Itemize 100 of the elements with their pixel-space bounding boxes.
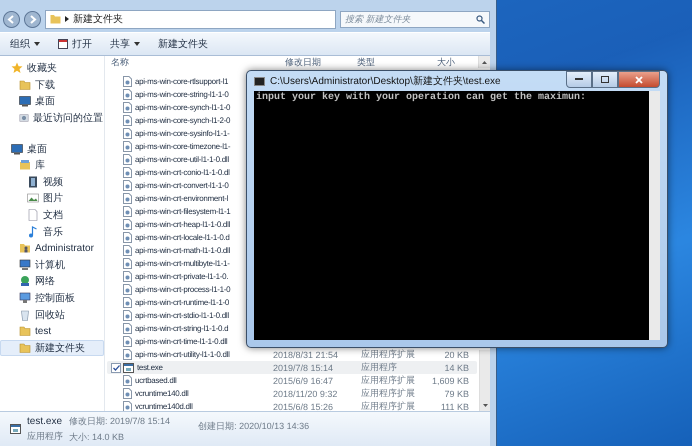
file-name[interactable]: api-ms-win-core-string-l1-1-0 <box>135 90 229 99</box>
file-name[interactable]: api-ms-win-crt-locale-l1-1-0.d <box>135 233 230 242</box>
file-name[interactable]: api-ms-win-core-sysinfo-l1-1- <box>135 129 230 138</box>
folder-icon <box>19 78 31 91</box>
column-header[interactable]: 类型 <box>345 56 425 69</box>
file-name[interactable]: api-ms-win-core-timezone-l1- <box>135 142 230 151</box>
film-icon <box>27 176 39 188</box>
breadcrumb[interactable]: 新建文件夹 <box>73 12 123 26</box>
control-panel-icon <box>19 292 31 304</box>
file-name[interactable]: api-ms-win-core-util-l1-1-0.dll <box>135 155 229 164</box>
file-type: 应用程序扩展 <box>361 348 416 361</box>
file-size: 20 KB <box>443 350 469 360</box>
nav-item[interactable]: 视频 <box>0 174 104 190</box>
file-name[interactable]: api-ms-win-crt-time-l1-1-0.dll <box>135 337 228 346</box>
file-type: 应用程序 <box>361 361 398 374</box>
created-date: 创建日期: 2020/10/13 14:36 <box>198 420 310 433</box>
file-type: 应用程序扩展 <box>361 374 416 387</box>
nav-item[interactable]: Administrator <box>0 240 104 257</box>
scroll-up-button[interactable] <box>478 56 490 68</box>
folder-icon <box>19 342 31 354</box>
toolbar-button[interactable]: 新建文件夹 <box>158 35 208 53</box>
nav-item[interactable]: 桌面 <box>0 93 104 110</box>
user-folder-icon <box>19 242 31 254</box>
modified-date: 2018/11/20 9:32 <box>273 388 338 398</box>
checkmark-icon <box>112 364 120 370</box>
checkbox[interactable] <box>111 362 121 372</box>
nav-item[interactable]: 计算机 <box>0 256 104 274</box>
file-name[interactable]: vcruntime140d.dll <box>135 402 193 411</box>
library-icon <box>19 159 31 172</box>
file-name[interactable]: vcruntime140.dll <box>135 389 188 398</box>
nav-item[interactable]: 控制面板 <box>0 290 104 306</box>
file-name[interactable]: api-ms-win-crt-math-l1-1-0.dll <box>135 246 230 255</box>
file-name: test.exe <box>27 416 63 426</box>
maximize-icon <box>601 76 609 83</box>
picture-icon <box>27 192 39 204</box>
nav-item[interactable]: 库 <box>0 156 104 174</box>
console-output: input your key with your operation can get the maximun: <box>255 91 588 104</box>
nav-item[interactable]: 图片 <box>0 190 104 207</box>
file-size: 79 KB <box>443 388 469 398</box>
toolbar-button[interactable]: 共享 <box>110 35 140 53</box>
modified-date: 2015/6/9 16:47 <box>273 376 334 386</box>
selected-file-row[interactable]: test.exe 2019/7/8 15:14 应用程序 14 KB <box>107 361 477 374</box>
file-type: 应用程序扩展 <box>361 400 416 411</box>
file-name[interactable]: api-ms-win-crt-multibyte-l1-1- <box>135 259 230 268</box>
file-name[interactable]: test.exe <box>137 363 163 372</box>
file-size: 14 KB <box>443 362 469 372</box>
file-name[interactable]: api-ms-win-crt-private-l1-1-0. <box>135 272 228 281</box>
maximize-button[interactable] <box>592 71 618 88</box>
up-arrow-icon <box>482 60 487 64</box>
nav-item[interactable]: 下载 <box>0 76 104 94</box>
file-name[interactable]: api-ms-win-core-rtlsupport-l1 <box>135 77 228 86</box>
file-name[interactable]: api-ms-win-crt-conio-l1-1-0.dl <box>135 168 230 177</box>
minimize-icon <box>575 78 583 81</box>
nav-item[interactable]: 文档 <box>0 206 104 224</box>
file-name[interactable]: api-ms-win-crt-convert-l1-1-0 <box>135 181 229 190</box>
close-button[interactable] <box>618 71 660 88</box>
file-name[interactable]: api-ms-win-crt-process-l1-1-0 <box>135 285 230 294</box>
column-header[interactable]: 修改日期 <box>273 56 345 69</box>
forward-button[interactable] <box>24 10 41 28</box>
application-icon <box>10 424 21 434</box>
file-size: 111 KB <box>440 402 469 411</box>
modified-date: 2018/8/31 21:54 <box>273 350 340 360</box>
file-name[interactable]: api-ms-win-crt-runtime-l1-1-0 <box>135 298 229 307</box>
file-name[interactable]: api-ms-win-crt-stdio-l1-1-0.dll <box>135 311 229 320</box>
toolbar-button[interactable]: 打开 <box>58 35 92 53</box>
file-name[interactable]: api-ms-win-crt-environment-l <box>135 194 228 203</box>
column-header[interactable]: 大小 <box>425 56 475 69</box>
modified-date: 2019/7/8 15:14 <box>273 362 334 372</box>
nav-item[interactable]: 桌面 <box>0 140 104 157</box>
address-bar[interactable]: 新建文件夹 <box>45 10 336 28</box>
file-name[interactable]: api-ms-win-crt-filesystem-l1-1 <box>135 207 230 216</box>
star-icon <box>11 62 23 74</box>
close-icon <box>635 76 643 84</box>
nav-item[interactable]: 网络 <box>0 273 104 290</box>
chevron-icon <box>65 16 69 22</box>
scrollbar[interactable] <box>649 91 660 340</box>
nav-item[interactable]: 音乐 <box>0 223 104 240</box>
file-name[interactable]: ucrtbased.dll <box>135 376 176 385</box>
recycle-bin-icon <box>19 308 31 321</box>
scrollbar[interactable] <box>479 350 490 411</box>
nav-item[interactable]: 最近访问的位置 <box>0 110 104 126</box>
file-name[interactable]: api-ms-win-core-synch-l1-2-0 <box>135 116 230 125</box>
nav-item[interactable]: 回收站 <box>0 306 104 323</box>
application-icon <box>123 362 134 372</box>
nav-item[interactable]: test <box>0 322 104 340</box>
file-name[interactable]: api-ms-win-core-synch-l1-1-0 <box>135 103 230 112</box>
back-button[interactable] <box>3 10 20 28</box>
toolbar-button[interactable]: 组织 <box>10 35 40 53</box>
nav-item[interactable]: 收藏夹 <box>0 60 104 77</box>
search-icon <box>476 14 485 24</box>
modified-date: 修改日期: 2019/7/8 15:14 <box>69 414 170 428</box>
file-name[interactable]: api-ms-win-crt-utility-l1-1-0.dll <box>135 350 230 359</box>
nav-item[interactable]: 新建文件夹 <box>0 340 104 356</box>
file-name[interactable]: api-ms-win-crt-heap-l1-1-0.dll <box>135 220 230 229</box>
folder-icon <box>19 325 31 338</box>
minimize-button[interactable] <box>566 71 592 88</box>
column-header[interactable]: 名称 <box>111 56 273 69</box>
file-name[interactable]: api-ms-win-crt-string-l1-1-0.d <box>135 324 228 333</box>
window-title: C:\Users\Administrator\Desktop\新建文件夹\test.exe <box>270 74 501 88</box>
computer-icon <box>19 258 31 271</box>
